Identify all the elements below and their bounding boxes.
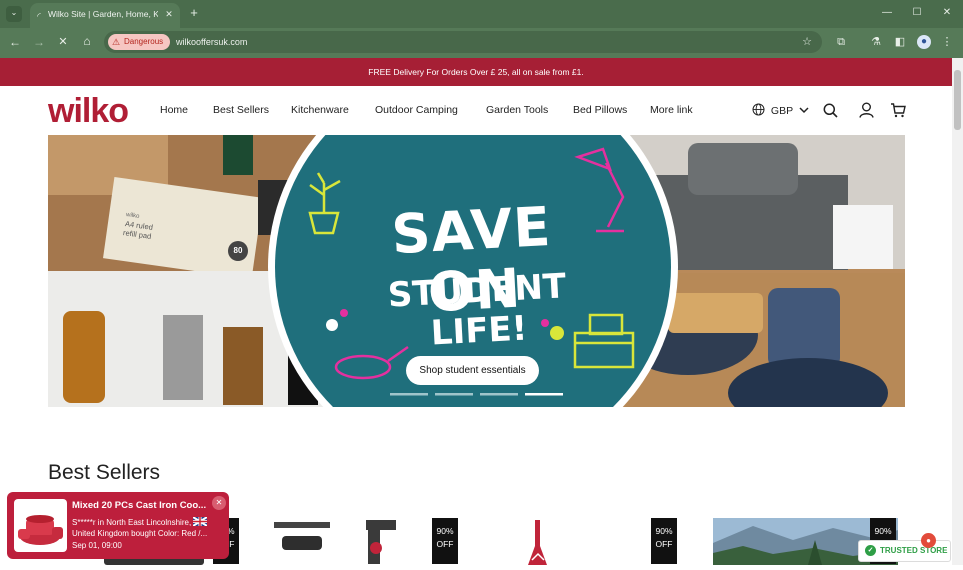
popup-close-icon[interactable]: ✕ [212, 496, 226, 510]
search-icon[interactable] [823, 103, 838, 118]
badge-line2: OFF [436, 539, 454, 549]
shop-student-essentials-button[interactable]: Shop student essentials [406, 356, 539, 385]
nav-home[interactable]: Home [160, 104, 188, 116]
site-logo[interactable]: wilko [48, 92, 129, 131]
popup-date: Sep 01, 09:00 [72, 541, 122, 550]
url-text[interactable]: wilkooffersuk.com [176, 37, 247, 47]
trusted-store-label: TRUSTED STORE [880, 546, 948, 555]
product-image [528, 520, 547, 565]
back-icon[interactable]: ← [8, 35, 22, 49]
nav-bed-pillows[interactable]: Bed Pillows [573, 104, 627, 116]
tab-close-icon[interactable]: ✕ [163, 7, 175, 21]
warning-icon: ⚠ [112, 37, 121, 47]
side-panel-icon[interactable]: ◧ [893, 35, 907, 49]
popup-location-text: S*****r in North East Lincolnshire, [72, 518, 192, 527]
badge-line1: 90% [436, 526, 454, 536]
popup-line-2: United Kingdom bought Color: Red /... [72, 529, 208, 538]
nav-garden-tools[interactable]: Garden Tools [486, 104, 548, 116]
nav-more-link[interactable]: More link [650, 104, 693, 116]
slide-dot-4[interactable] [525, 389, 563, 397]
slide-dot-3[interactable] [480, 389, 518, 397]
labs-flask-icon[interactable]: ⚗ [869, 35, 883, 49]
tab-search-icon[interactable]: ⌄ [6, 6, 22, 22]
currency-selector[interactable]: GBP [752, 103, 809, 117]
popup-title: Mixed 20 PCs Cast Iron Coo... [72, 500, 207, 511]
badge-line1: 90% [655, 526, 673, 536]
currency-label: GBP [770, 105, 793, 117]
recent-purchase-popup[interactable]: Mixed 20 PCs Cast Iron Coo... ✕ S*****r … [7, 492, 229, 559]
security-warning-chip[interactable]: ⚠ Dangerous [108, 34, 170, 50]
page-scrollbar[interactable] [952, 58, 963, 565]
trusted-store-badge[interactable]: ✓ TRUSTED STORE [858, 540, 951, 562]
hero-headline-2: STUDENT LIFE! [386, 266, 568, 354]
promo-banner: FREE Delivery For Orders Over £ 25, all … [0, 58, 952, 86]
profile-avatar-icon[interactable]: ● [917, 35, 931, 49]
slide-dot-2[interactable] [435, 389, 473, 397]
new-tab-icon[interactable]: + [187, 6, 201, 20]
account-icon[interactable] [859, 102, 874, 118]
best-sellers-heading: Best Sellers [48, 461, 161, 484]
window-close-icon[interactable]: ✕ [940, 6, 954, 20]
scrollbar-thumb[interactable] [954, 70, 961, 130]
stop-icon[interactable]: ✕ [56, 35, 70, 49]
extensions-icon[interactable]: ⧉ [834, 35, 848, 49]
popup-product-image [14, 499, 67, 552]
tab-title: Wilko Site | Garden, Home, Kitc [48, 9, 158, 19]
minimize-icon[interactable]: — [880, 6, 894, 20]
discount-badge: 90% OFF [651, 518, 677, 564]
chat-bubble-icon[interactable]: ● [921, 533, 936, 548]
cart-icon[interactable] [890, 102, 906, 118]
chevron-down-icon [799, 107, 809, 114]
bookmark-star-icon[interactable]: ☆ [800, 35, 814, 49]
hero-banner[interactable]: wilko A4 ruled refill pad 80 SAVE ON STU… [48, 135, 905, 407]
notepad-count: 80 [228, 241, 248, 261]
nav-outdoor-camping[interactable]: Outdoor Camping [375, 104, 458, 116]
popup-line-1: S*****r in North East Lincolnshire, [72, 516, 208, 527]
forward-icon[interactable]: → [32, 35, 46, 49]
security-chip-label: Dangerous [124, 37, 164, 46]
badge-line1: 90% [874, 526, 892, 536]
maximize-icon[interactable]: ☐ [910, 6, 924, 20]
browser-menu-icon[interactable]: ⋮ [940, 35, 954, 49]
product-card[interactable] [268, 518, 458, 565]
shield-check-icon: ✓ [865, 545, 876, 556]
slide-dot-1[interactable] [390, 389, 428, 397]
tab-loading-icon: ◜ [37, 11, 41, 21]
product-image [274, 520, 396, 564]
nav-best-sellers[interactable]: Best Sellers [213, 104, 269, 116]
badge-line2: OFF [655, 539, 673, 549]
home-icon[interactable]: ⌂ [80, 34, 94, 48]
discount-badge: 90% OFF [432, 518, 458, 564]
nav-kitchenware[interactable]: Kitchenware [291, 104, 349, 116]
uk-flag-icon [192, 516, 208, 527]
globe-icon [752, 103, 765, 116]
